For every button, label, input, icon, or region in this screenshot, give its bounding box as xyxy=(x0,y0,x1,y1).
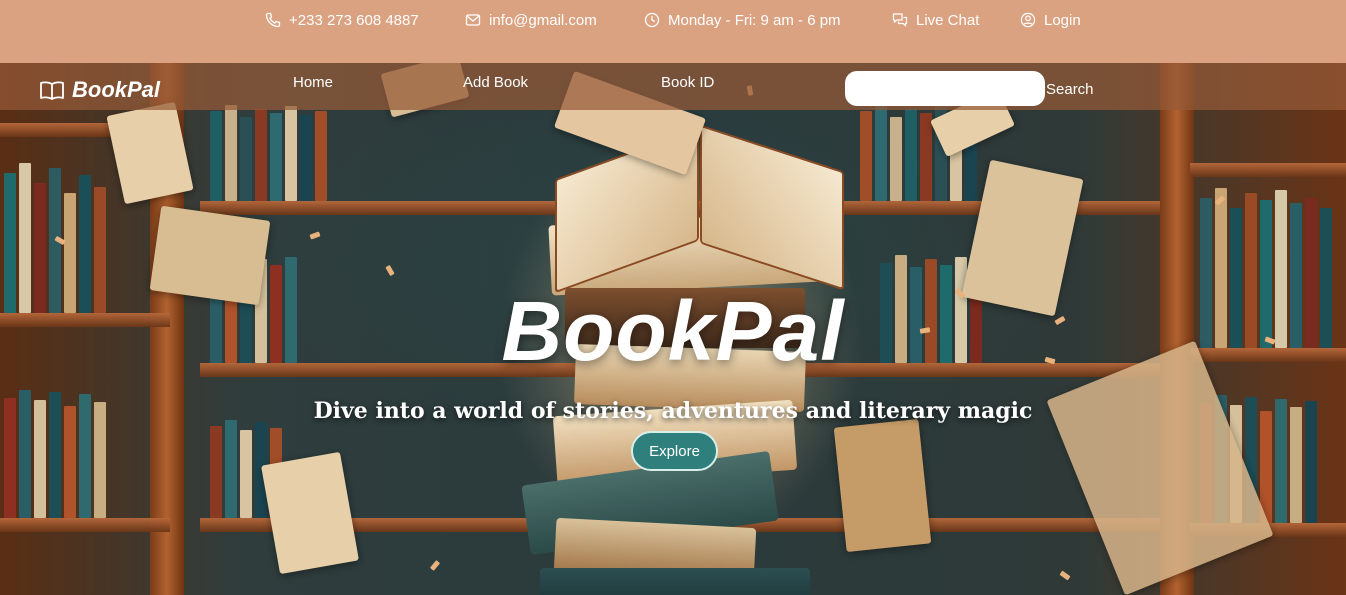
opening-hours: Monday - Fri: 9 am - 6 pm xyxy=(668,11,841,29)
hours-info: Monday - Fri: 9 am - 6 pm xyxy=(644,9,841,31)
email-info[interactable]: info@gmail.com xyxy=(465,9,597,31)
brand-logo[interactable]: BookPal xyxy=(39,77,160,103)
search-input[interactable] xyxy=(845,71,1045,106)
book-icon xyxy=(40,81,64,100)
nav-link-book-id[interactable]: Book ID xyxy=(661,74,714,91)
phone-number: +233 273 608 4887 xyxy=(289,11,419,29)
mail-icon xyxy=(465,14,481,26)
explore-button[interactable]: Explore xyxy=(631,431,718,471)
search-button[interactable]: Search xyxy=(1046,81,1094,98)
login-link[interactable]: Login xyxy=(1020,9,1081,31)
nav-link-add-book[interactable]: Add Book xyxy=(463,74,528,91)
phone-icon xyxy=(265,12,281,28)
live-chat-link[interactable]: Live Chat xyxy=(892,9,979,31)
live-chat-label: Live Chat xyxy=(916,11,980,29)
nav-link-home[interactable]: Home xyxy=(293,74,333,91)
phone-info[interactable]: +233 273 608 4887 xyxy=(265,9,419,31)
user-icon xyxy=(1020,12,1036,28)
hero-subtitle: Dive into a world of stories, adventures… xyxy=(313,398,1033,424)
chat-icon xyxy=(892,13,908,27)
hero-title: BookPal xyxy=(501,284,845,378)
email-address: info@gmail.com xyxy=(489,11,597,29)
clock-icon xyxy=(644,12,660,28)
login-label: Login xyxy=(1044,11,1081,29)
brand-name: BookPal xyxy=(72,77,161,102)
